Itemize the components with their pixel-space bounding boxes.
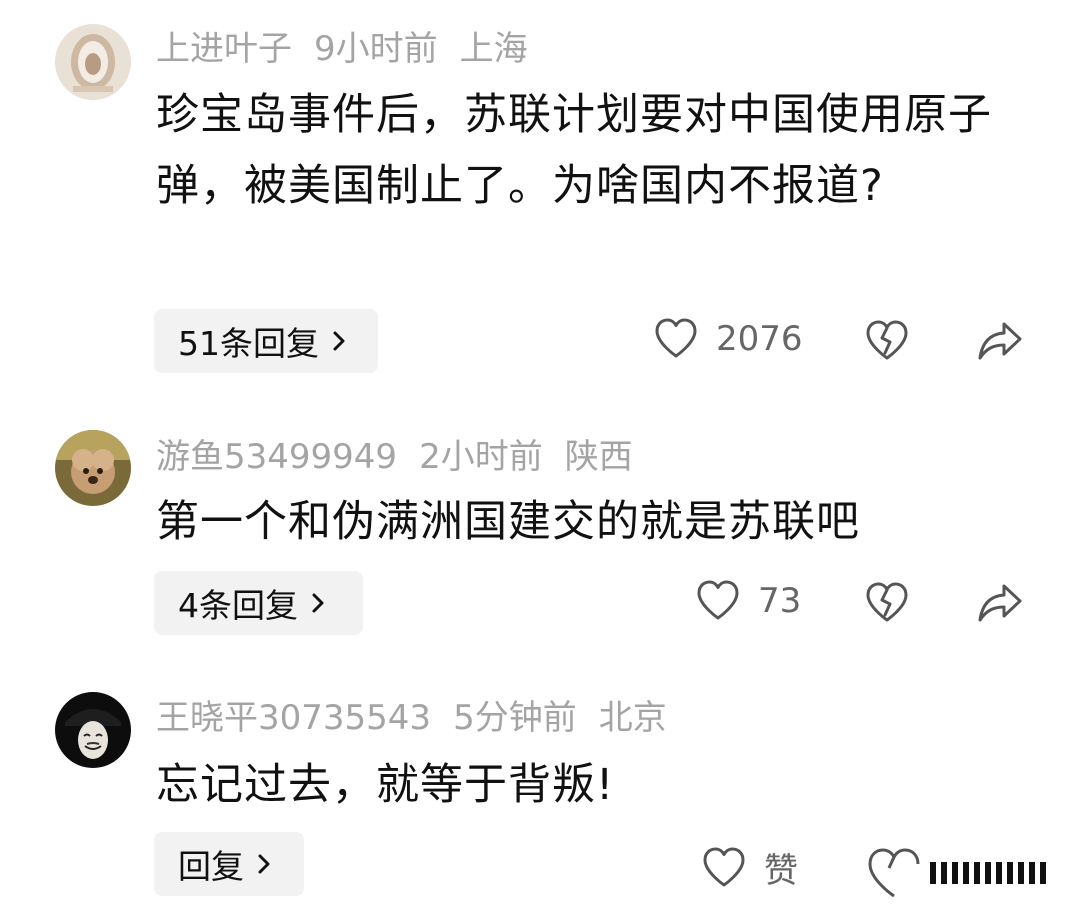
avatar[interactable] [55, 692, 131, 768]
truncated-share-icon [930, 862, 1050, 884]
comment-item: 王晓平30735543 5分钟前 北京 忘记过去，就等于背叛! 回复 赞 [0, 0, 1080, 910]
avatar-image [55, 692, 131, 768]
username[interactable]: 王晓平30735543 [156, 698, 431, 738]
reply-button[interactable]: 回复 [154, 832, 304, 896]
broken-heart-icon [868, 848, 920, 898]
comment-text: 忘记过去，就等于背叛! [156, 760, 615, 810]
heart-icon [702, 847, 746, 889]
reply-label: 回复 [178, 847, 244, 886]
chevron-right-icon [256, 852, 272, 876]
location: 北京 [598, 698, 667, 738]
like-button[interactable]: 赞 [702, 843, 798, 892]
timestamp: 5分钟前 [453, 698, 577, 738]
like-count: 赞 [764, 851, 798, 891]
comment-meta: 王晓平30735543 5分钟前 北京 [156, 701, 689, 735]
